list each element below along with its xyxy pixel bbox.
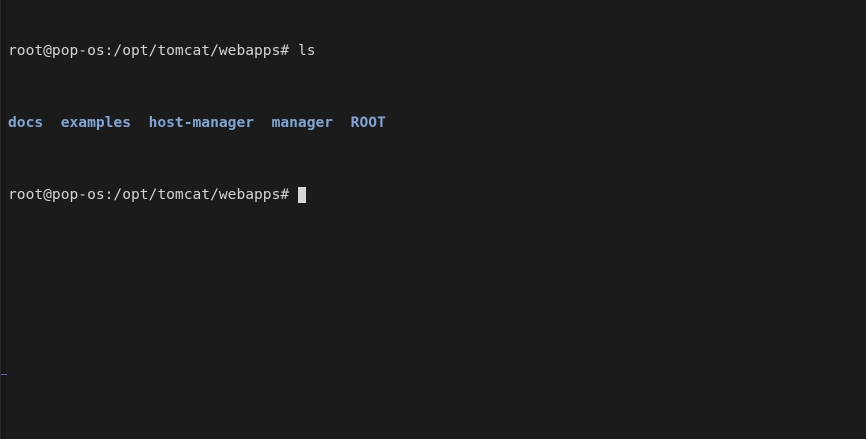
command-line: root@pop-os:/opt/tomcat/webapps# ls [8,42,866,60]
directory-entry: host-manager [148,114,255,131]
terminal-output[interactable]: root@pop-os:/opt/tomcat/webapps# ls docs… [8,6,866,240]
shell-prompt: root@pop-os:/opt/tomcat/webapps# [8,42,290,59]
directory-entry: manager [271,114,334,131]
shell-prompt: root@pop-os:/opt/tomcat/webapps# [8,186,290,203]
ls-output-line: docs examples host-manager manager ROOT [8,114,866,132]
directory-entry: examples [60,114,132,131]
active-prompt-line[interactable]: root@pop-os:/opt/tomcat/webapps# [8,186,866,204]
directory-entry: docs [8,114,44,131]
terminal-window[interactable]: root@pop-os:/opt/tomcat/webapps# ls docs… [0,0,866,439]
directory-entry: ROOT [350,114,386,131]
text-cursor[interactable] [297,187,306,203]
typed-command: ls [297,42,316,59]
gutter-divider-mark [1,374,7,375]
